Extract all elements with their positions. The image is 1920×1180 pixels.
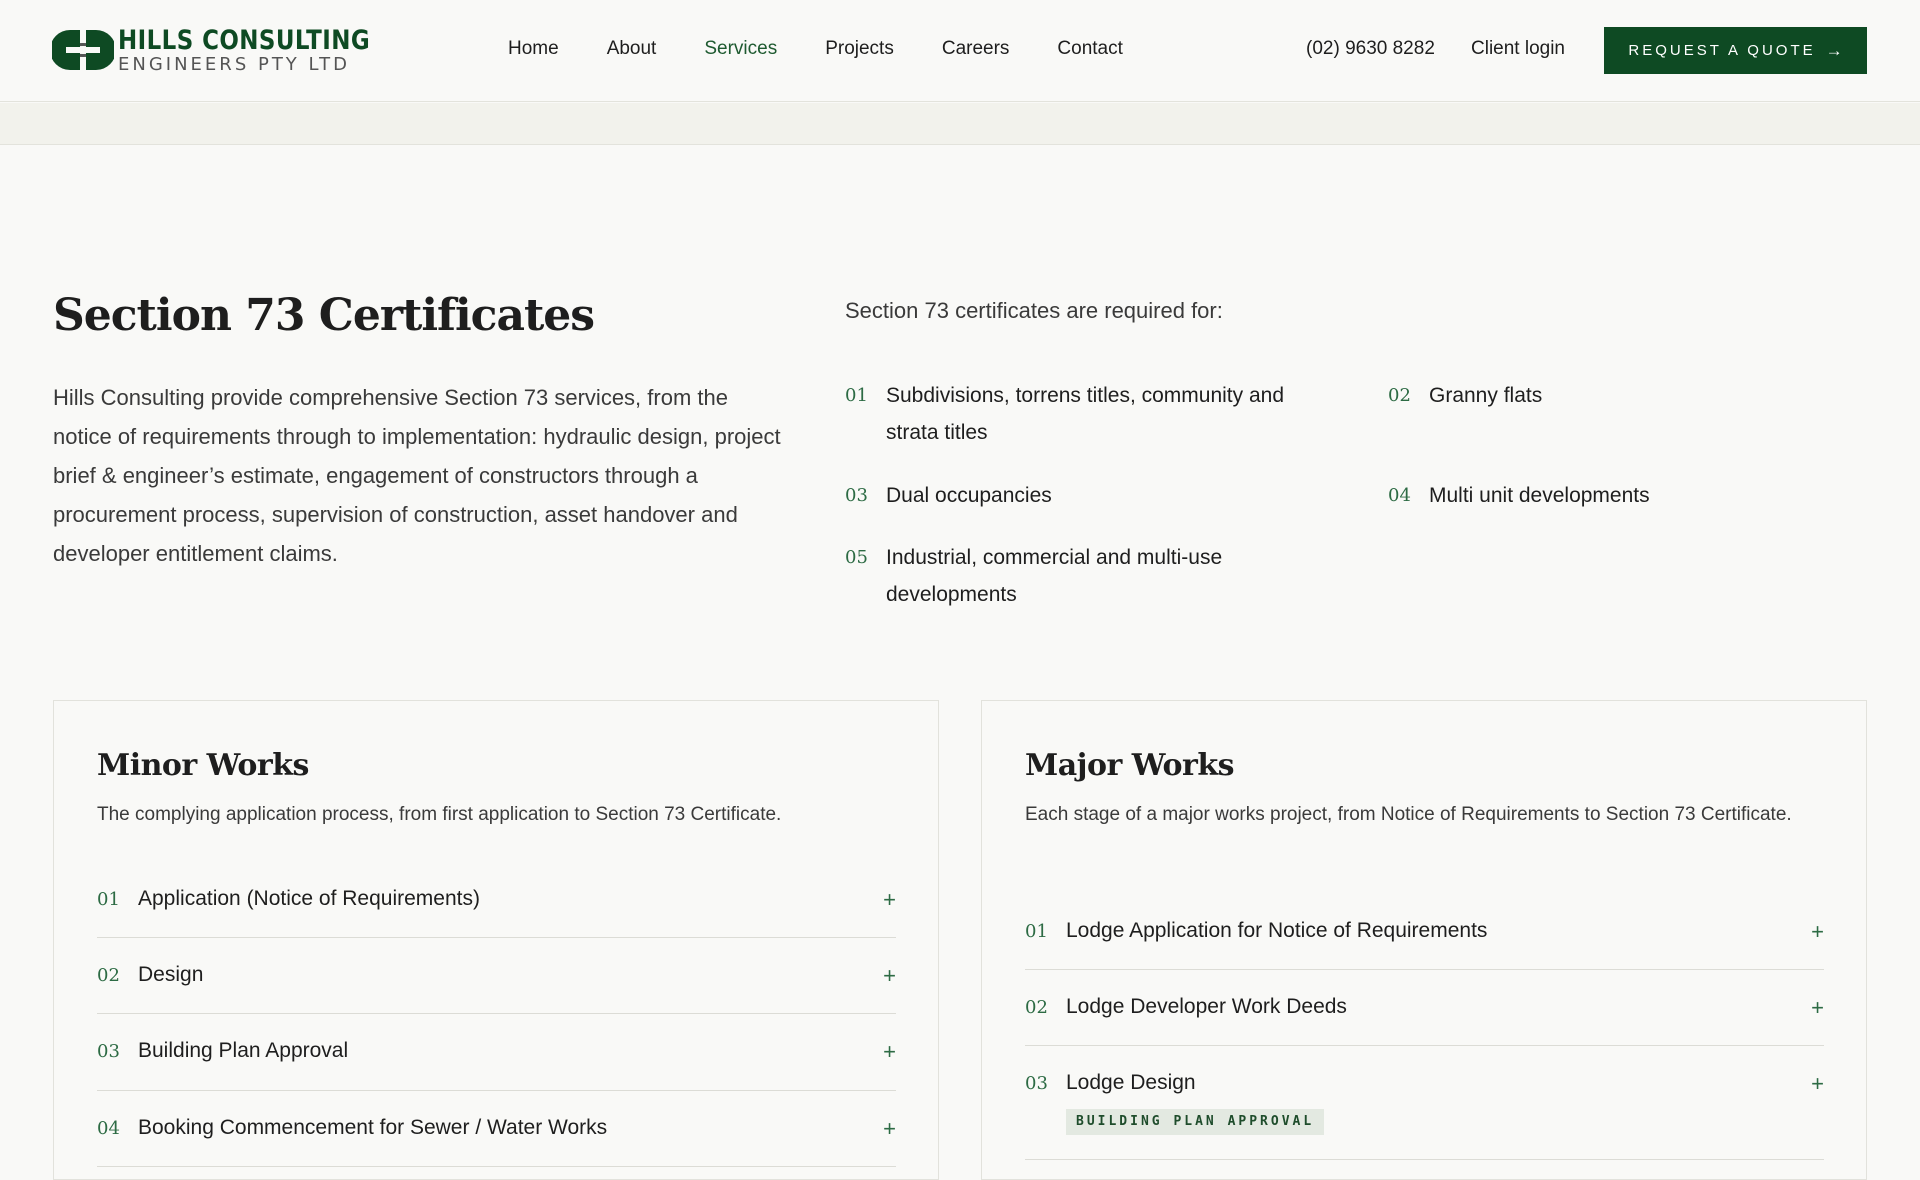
step-number: 01 — [97, 889, 120, 910]
step-label: Lodge Application for Notice of Requirem… — [1066, 919, 1488, 942]
requirement-number: 02 — [1388, 385, 1411, 406]
requirement-text: Dual occupancies — [886, 484, 1052, 507]
requirement-item: 01 Subdivisions, torrens titles, communi… — [845, 377, 1345, 451]
arrow-right-icon: → — [1825, 40, 1843, 60]
nav-about[interactable]: About — [607, 38, 657, 60]
accordion-item[interactable]: 01 Lodge Application for Notice of Requi… — [1025, 916, 1824, 970]
requirements-heading: Section 73 certificates are required for… — [845, 298, 1223, 323]
logo-name: HILLS CONSULTING — [118, 25, 371, 56]
requirement-number: 04 — [1388, 485, 1411, 506]
plus-icon[interactable]: + — [883, 965, 896, 987]
requirement-text: Industrial, commercial and multi-use dev… — [886, 546, 1223, 606]
breadcrumb-band — [0, 103, 1920, 145]
accordion-item[interactable]: 02 Lodge Developer Work Deeds + — [1025, 970, 1824, 1046]
requirement-item: 04 Multi unit developments — [1388, 477, 1888, 514]
requirement-text: Subdivisions, torrens titles, community … — [886, 384, 1285, 444]
accordion-item[interactable]: 03 Lodge Design + BUILDING PLAN APPROVAL — [1025, 1046, 1824, 1160]
step-label: Lodge Developer Work Deeds — [1066, 995, 1347, 1018]
request-quote-button[interactable]: REQUEST A QUOTE → — [1604, 27, 1867, 74]
accordion-item[interactable]: 04 Booking Commencement for Sewer / Wate… — [97, 1091, 896, 1167]
accordion-item[interactable]: 02 Design + — [97, 938, 896, 1014]
request-quote-label: REQUEST A QUOTE — [1628, 42, 1816, 59]
plus-icon[interactable]: + — [1811, 921, 1824, 943]
requirement-number: 03 — [845, 485, 868, 506]
step-number: 01 — [1025, 921, 1048, 942]
nav-services[interactable]: Services — [704, 38, 777, 60]
requirement-item: 05 Industrial, commercial and multi-use … — [845, 539, 1345, 613]
minor-works-description: The complying application process, from … — [97, 804, 782, 825]
phone-link[interactable]: (02) 9630 8282 — [1306, 38, 1435, 60]
step-label: Building Plan Approval — [138, 1039, 349, 1062]
plus-icon[interactable]: + — [883, 1041, 896, 1063]
client-login-link[interactable]: Client login — [1471, 38, 1565, 60]
requirement-item: 03 Dual occupancies — [845, 477, 1345, 514]
plus-icon[interactable]: + — [1811, 1073, 1824, 1095]
step-label: Design — [138, 963, 204, 986]
plus-icon[interactable]: + — [883, 889, 896, 911]
site-header: HILLS CONSULTING ENGINEERS PTY LTD Home … — [0, 0, 1920, 102]
major-works-description: Each stage of a major works project, fro… — [1025, 804, 1792, 825]
step-label: Booking Commencement for Sewer / Water W… — [138, 1116, 608, 1139]
step-number: 03 — [1025, 1073, 1048, 1094]
step-label: Application (Notice of Requirements) — [138, 887, 480, 910]
major-works-title: Major Works — [1025, 748, 1235, 783]
accordion-item[interactable]: 01 Application (Notice of Requirements) … — [97, 884, 896, 938]
status-badge: BUILDING PLAN APPROVAL — [1066, 1109, 1325, 1135]
nav-contact[interactable]: Contact — [1057, 38, 1122, 60]
requirement-number: 01 — [845, 385, 868, 406]
nav-careers[interactable]: Careers — [942, 38, 1010, 60]
minor-works-title: Minor Works — [97, 748, 309, 783]
intro-paragraph: Hills Consulting provide comprehensive S… — [53, 385, 781, 566]
step-number: 02 — [1025, 997, 1048, 1018]
plus-icon[interactable]: + — [1811, 997, 1824, 1019]
step-label: Lodge Design — [1066, 1071, 1196, 1094]
nav-projects[interactable]: Projects — [825, 38, 894, 60]
major-works-card: Major Works Each stage of a major works … — [981, 700, 1867, 1180]
page-title: Section 73 Certificates — [53, 290, 595, 341]
minor-works-card: Minor Works The complying application pr… — [53, 700, 939, 1180]
accordion-item[interactable]: 03 Building Plan Approval + — [97, 1014, 896, 1091]
main-nav: Home About Services Projects Careers Con… — [508, 38, 1171, 60]
step-number: 03 — [97, 1041, 120, 1062]
step-number: 04 — [97, 1118, 120, 1139]
requirement-text: Multi unit developments — [1429, 484, 1650, 507]
requirement-item: 02 Granny flats — [1388, 377, 1888, 414]
requirement-number: 05 — [845, 547, 868, 568]
step-number: 02 — [97, 965, 120, 986]
plus-icon[interactable]: + — [883, 1118, 896, 1140]
nav-home[interactable]: Home — [508, 38, 559, 60]
requirement-text: Granny flats — [1429, 384, 1543, 407]
logo-subtitle: ENGINEERS PTY LTD — [118, 54, 350, 75]
logo-mark-icon — [50, 27, 116, 73]
logo[interactable]: HILLS CONSULTING ENGINEERS PTY LTD — [50, 25, 415, 75]
